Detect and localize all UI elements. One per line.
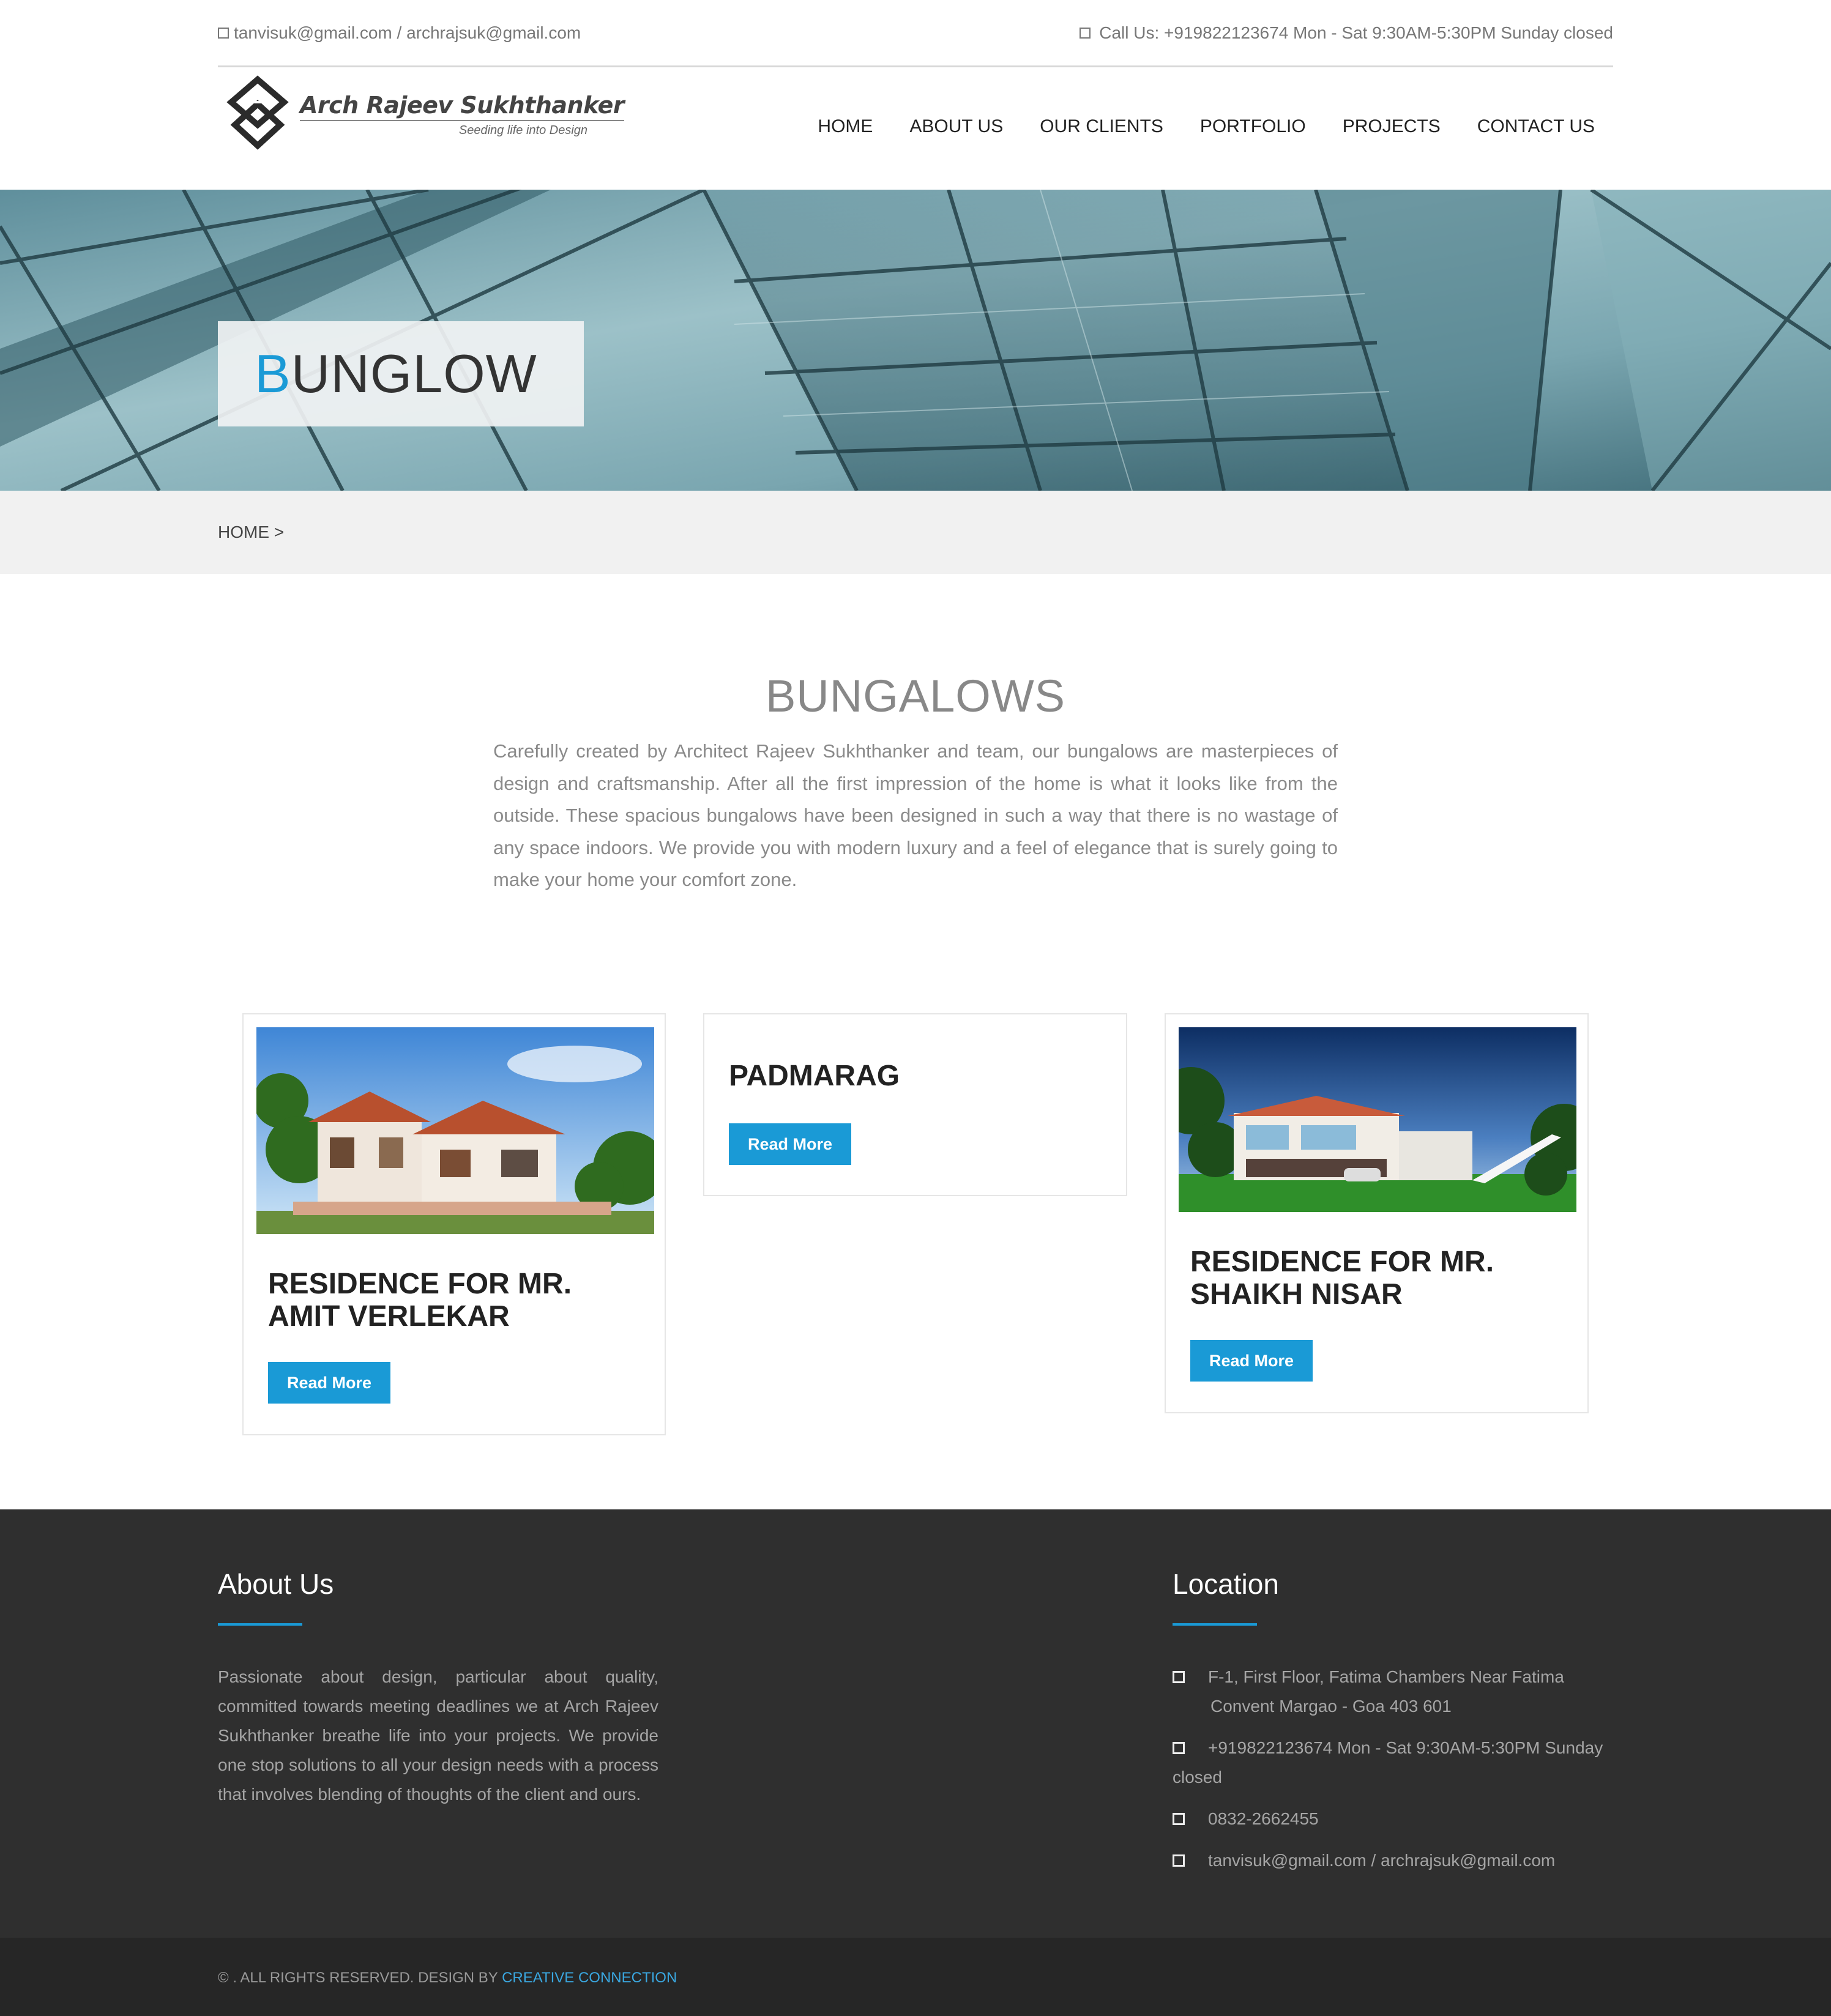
read-more-button-padmarag[interactable]: Read More bbox=[729, 1123, 851, 1165]
top-call-text: Call Us: +919822123674 Mon - Sat 9:30AM-… bbox=[1099, 23, 1613, 42]
footer-phone: 0832-2662455 bbox=[1173, 1804, 1613, 1834]
footer-about-text: Passionate about design, particular abou… bbox=[218, 1667, 658, 1804]
footer-hours-line2: closed bbox=[1173, 1768, 1222, 1787]
footer-email: tanvisuk@gmail.com / archrajsuk@gmail.co… bbox=[1173, 1846, 1613, 1875]
footer-about-heading: About Us bbox=[218, 1568, 334, 1600]
logo-mark-icon bbox=[226, 75, 289, 150]
project-card-padmarag: PADMARAG Read More bbox=[703, 1013, 1127, 1196]
footer-email-address[interactable]: tanvisuk@gmail.com / archrajsuk@gmail.co… bbox=[1208, 1851, 1555, 1870]
footer-address: F-1, First Floor, Fatima Chambers Near F… bbox=[1173, 1662, 1613, 1721]
footer-address-line2: Convent Margao - Goa 403 601 bbox=[1210, 1697, 1452, 1716]
nav-about-us[interactable]: ABOUT US bbox=[891, 116, 1021, 137]
designer-link[interactable]: CREATIVE CONNECTION bbox=[502, 1970, 677, 1986]
footer-hours-line1: +919822123674 Mon - Sat 9:30AM-5:30PM Su… bbox=[1208, 1738, 1603, 1757]
hero-banner: BUNGLOW bbox=[0, 190, 1831, 491]
read-more-button-verlekar[interactable]: Read More bbox=[268, 1362, 390, 1404]
card-title-padmarag[interactable]: PADMARAG bbox=[729, 1060, 1108, 1092]
top-emails[interactable]: tanvisuk@gmail.com / archrajsuk@gmail.co… bbox=[234, 23, 581, 43]
map-marker-icon bbox=[1173, 1670, 1185, 1683]
section-intro: Carefully created by Architect Rajeev Su… bbox=[493, 740, 1338, 890]
card-title-nisar[interactable]: RESIDENCE FOR MR. SHAIKH NISAR bbox=[1190, 1246, 1570, 1311]
top-email-info: tanvisuk@gmail.com / archrajsuk@gmail.co… bbox=[218, 23, 581, 43]
logo-title: Arch Rajeev Sukhthanker bbox=[300, 92, 625, 121]
read-more-button-nisar[interactable]: Read More bbox=[1190, 1340, 1313, 1382]
house-image-icon bbox=[1179, 1027, 1576, 1212]
top-phone-info: Call Us: +919822123674 Mon - Sat 9:30AM-… bbox=[1080, 23, 1613, 43]
project-card-nisar: RESIDENCE FOR MR. SHAIKH NISAR Read More bbox=[1165, 1013, 1589, 1413]
footer-address-line1: F-1, First Floor, Fatima Chambers Near F… bbox=[1208, 1667, 1564, 1686]
card-title-verlekar[interactable]: RESIDENCE FOR MR. AMIT VERLEKAR bbox=[268, 1268, 647, 1333]
nav-our-clients[interactable]: OUR CLIENTS bbox=[1021, 116, 1182, 137]
envelope-icon bbox=[218, 28, 229, 39]
hero-title-box: BUNGLOW bbox=[218, 321, 584, 426]
footer-hours: +919822123674 Mon - Sat 9:30AM-5:30PM Su… bbox=[1173, 1733, 1613, 1792]
nav-portfolio[interactable]: PORTFOLIO bbox=[1182, 116, 1324, 137]
site-header: Arch Rajeev Sukhthanker Seeding life int… bbox=[218, 67, 1613, 190]
main-nav: HOME ABOUT US OUR CLIENTS PORTFOLIO PROJ… bbox=[799, 116, 1613, 137]
nav-home[interactable]: HOME bbox=[799, 116, 891, 137]
top-contact-bar: tanvisuk@gmail.com / archrajsuk@gmail.co… bbox=[218, 0, 1613, 67]
hero-title: BUNGLOW bbox=[255, 343, 537, 405]
hero-title-rest: UNGLOW bbox=[291, 343, 537, 404]
project-card-verlekar: RESIDENCE FOR MR. AMIT VERLEKAR Read Mor… bbox=[242, 1013, 666, 1435]
logo-tagline: Seeding life into Design bbox=[458, 123, 588, 137]
copyright-label: © . ALL RIGHTS RESERVED. DESIGN BY bbox=[218, 1970, 502, 1986]
breadcrumb-bar: HOME > bbox=[0, 491, 1831, 574]
envelope-icon bbox=[1173, 1854, 1185, 1867]
site-footer: About Us Passionate about design, partic… bbox=[0, 1509, 1831, 1938]
section-title: BUNGALOWS bbox=[765, 671, 1066, 721]
nav-contact-us[interactable]: CONTACT US bbox=[1459, 116, 1613, 137]
project-image-verlekar[interactable] bbox=[256, 1027, 654, 1234]
footer-phone-number[interactable]: 0832-2662455 bbox=[1208, 1809, 1319, 1828]
phone-icon bbox=[1080, 28, 1091, 39]
nav-projects[interactable]: PROJECTS bbox=[1324, 116, 1459, 137]
hero-title-first-letter: B bbox=[255, 343, 291, 404]
site-logo[interactable]: Arch Rajeev Sukhthanker Seeding life int… bbox=[224, 75, 625, 154]
house-image-icon bbox=[256, 1027, 654, 1234]
footer-location-underline bbox=[1173, 1623, 1257, 1626]
footer-about-underline bbox=[218, 1623, 302, 1626]
copyright-bar: © . ALL RIGHTS RESERVED. DESIGN BY CREAT… bbox=[0, 1938, 1831, 2016]
phone-icon bbox=[1173, 1741, 1185, 1754]
project-image-nisar[interactable] bbox=[1179, 1027, 1576, 1212]
copyright-text: © . ALL RIGHTS RESERVED. DESIGN BY CREAT… bbox=[218, 1970, 677, 1987]
logo-text: Arch Rajeev Sukhthanker Seeding life int… bbox=[300, 92, 625, 138]
breadcrumb[interactable]: HOME > bbox=[218, 523, 284, 542]
footer-location-heading: Location bbox=[1173, 1568, 1279, 1600]
telephone-icon bbox=[1173, 1812, 1185, 1825]
